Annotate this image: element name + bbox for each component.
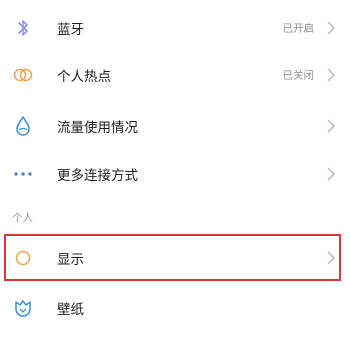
section-header-personal: 个人	[12, 212, 33, 224]
chevron-right-icon	[327, 167, 335, 181]
wallpaper-label: 壁纸	[57, 302, 84, 318]
chevron-right-icon	[327, 21, 335, 35]
chevron-right-icon	[327, 119, 335, 133]
data-usage-icon	[10, 113, 36, 139]
chevron-right-icon	[327, 251, 335, 265]
settings-item-hotspot[interactable]: 个人热点 已关闭	[0, 50, 350, 100]
display-label: 显示	[57, 252, 84, 268]
hotspot-icon	[10, 62, 36, 88]
settings-page: 蓝牙 已开启 个人热点 已关闭 流量使用情况 更多连接方式 个人 显示 壁纸	[0, 0, 350, 340]
settings-item-wallpaper[interactable]: 壁纸	[0, 283, 350, 333]
chevron-right-icon	[327, 68, 335, 82]
bluetooth-status: 已开启	[282, 22, 315, 35]
settings-item-more-connections[interactable]: 更多连接方式	[0, 149, 350, 199]
settings-item-data-usage[interactable]: 流量使用情况	[0, 101, 350, 151]
hotspot-label: 个人热点	[57, 69, 111, 85]
bluetooth-icon	[10, 15, 36, 41]
data-usage-label: 流量使用情况	[57, 120, 138, 136]
hotspot-status: 已关闭	[282, 69, 315, 82]
wallpaper-icon	[10, 295, 36, 321]
bluetooth-label: 蓝牙	[57, 22, 84, 38]
more-connections-icon	[10, 161, 36, 187]
settings-item-display[interactable]: 显示	[0, 233, 350, 283]
settings-item-bluetooth[interactable]: 蓝牙 已开启	[0, 3, 350, 53]
more-connections-label: 更多连接方式	[57, 168, 138, 184]
display-icon	[10, 245, 36, 271]
